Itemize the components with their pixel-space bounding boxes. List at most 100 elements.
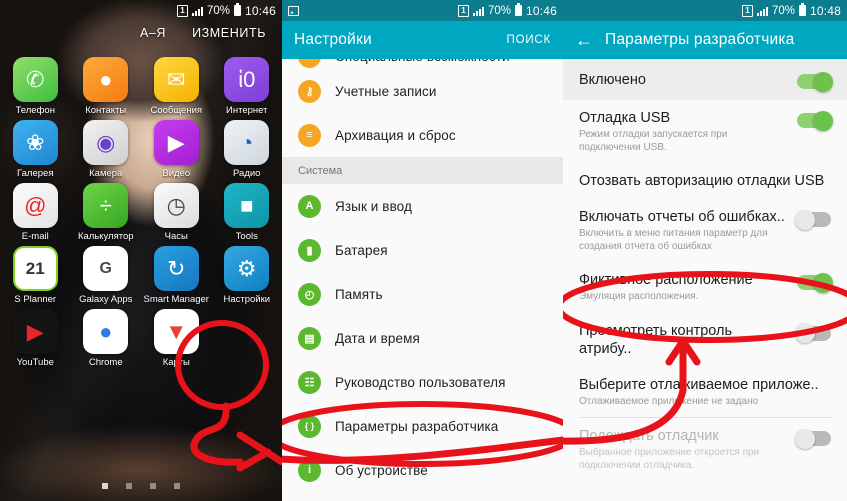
settings-row[interactable]: A Язык и ввод xyxy=(282,184,563,228)
tools-folder-icon[interactable]: ■ xyxy=(224,183,270,228)
option-text-block: Просмотреть контроль атрибу.. xyxy=(579,322,787,358)
option-subtitle: Выбранное приложение откроется при подкл… xyxy=(579,447,760,471)
settings-row-label: Батарея xyxy=(335,242,388,258)
app-item[interactable]: ● Контакты xyxy=(71,53,142,116)
page-indicator xyxy=(0,483,282,489)
app-item[interactable]: ἱ0 Интернет xyxy=(212,53,283,116)
app-label: Настройки xyxy=(223,294,271,305)
settings-row[interactable]: ▮ Батарея xyxy=(282,228,563,272)
app-item[interactable]: ◔ Радио xyxy=(212,116,283,179)
battery-icon xyxy=(514,3,522,16)
app-item[interactable]: G Galaxy Apps xyxy=(71,242,142,305)
settings-row-label: Параметры разработчика xyxy=(335,418,499,434)
messages-icon[interactable]: ✉ xyxy=(153,57,199,102)
phone-icon[interactable]: ✆ xyxy=(12,57,58,102)
app-item[interactable]: ▶ Видео xyxy=(141,116,212,179)
battery-icon: ▮ xyxy=(298,238,321,262)
option-toggle-switch[interactable] xyxy=(795,428,831,449)
option-toggle-switch[interactable] xyxy=(795,209,831,230)
option-toggle-switch[interactable] xyxy=(797,110,833,131)
galaxy-apps-icon[interactable]: G xyxy=(83,246,129,291)
developer-master-toggle-row[interactable]: Включено xyxy=(563,59,847,100)
page-dot[interactable] xyxy=(102,483,108,489)
app-item[interactable]: ✆ Телефон xyxy=(0,53,71,116)
app-item[interactable]: ▶ YouTube xyxy=(0,305,71,368)
contacts-icon[interactable]: ● xyxy=(83,57,129,102)
settings-row-label: Об устройстве xyxy=(335,462,428,478)
s-planner-icon[interactable]: 21 xyxy=(12,246,58,291)
clock-icon[interactable]: ◷ xyxy=(153,183,199,228)
option-toggle-switch[interactable] xyxy=(795,323,831,343)
search-button[interactable]: ПОИСК xyxy=(507,34,551,46)
chrome-icon[interactable]: ● xyxy=(83,309,129,354)
page-dot[interactable] xyxy=(126,483,132,489)
app-row: ❀ Галерея ◉ Камера ▶ Видео ◔ Радио xyxy=(0,116,282,179)
calculator-icon[interactable]: ÷ xyxy=(83,183,129,228)
settings-row[interactable]: ◴ Память xyxy=(282,272,563,316)
maps-icon[interactable]: ▼ xyxy=(153,309,199,354)
app-item[interactable]: 21 S Planner xyxy=(0,242,71,305)
developer-option-row[interactable]: Выберите отлаживаемое приложе.. Отлаживае… xyxy=(563,367,847,418)
radio-icon[interactable]: ◔ xyxy=(224,120,270,165)
developer-option-row[interactable]: Подождать отладчик Выбранное приложение о… xyxy=(563,418,847,481)
settings-row[interactable]: ☷ Руководство пользователя xyxy=(282,360,563,404)
developer-option-row[interactable]: Отозвать авторизацию отладки USB xyxy=(563,163,847,199)
developer-option-row[interactable]: Включать отчеты об ошибках.. Включить в м… xyxy=(563,199,847,262)
app-label: Часы xyxy=(164,231,188,242)
edit-button[interactable]: ИЗМЕНИТЬ xyxy=(192,26,266,40)
status-bar-settings: 1 70% 10:46 xyxy=(282,0,563,21)
app-item[interactable]: @ E-mail xyxy=(0,179,71,242)
option-title: Отладка USB xyxy=(579,110,671,126)
app-item[interactable]: ❀ Галерея xyxy=(0,116,71,179)
developer-option-row[interactable]: Отладка USB Режим отладки запускается при… xyxy=(563,100,847,163)
camera-icon[interactable]: ◉ xyxy=(83,120,129,165)
smart-manager-icon[interactable]: ↻ xyxy=(153,246,199,291)
app-item[interactable]: ◷ Часы xyxy=(141,179,212,242)
developer-options-list[interactable]: Включено Отладка USB Режим отладки запуска… xyxy=(563,59,847,501)
option-subtitle: Отлаживаемое приложение не задано xyxy=(579,395,759,407)
battery-percent-label: 70% xyxy=(771,4,795,17)
app-item[interactable]: ↻ Smart Manager xyxy=(141,242,212,305)
about-device-icon: i xyxy=(298,458,321,482)
video-icon[interactable]: ▶ xyxy=(153,120,199,165)
settings-row[interactable]: { } Параметры разработчика xyxy=(282,404,563,448)
app-item[interactable]: ▼ Карты xyxy=(141,305,212,368)
signal-strength-icon xyxy=(756,5,768,16)
settings-list[interactable]: ✓ Специальные возможности ⚷ Учетные записи ≡… xyxy=(282,59,563,501)
icon-glyph: 21 xyxy=(25,258,45,278)
option-text-block: Отозвать авторизацию отладки USB xyxy=(579,172,831,190)
app-item[interactable]: ⚙ Настройки xyxy=(212,242,283,305)
master-toggle-label: Включено xyxy=(579,71,646,88)
page-dot[interactable] xyxy=(174,483,180,489)
youtube-icon[interactable]: ▶ xyxy=(12,309,58,354)
settings-row[interactable]: ▤ Дата и время xyxy=(282,316,563,360)
option-title: Включать отчеты об ошибках.. xyxy=(579,209,785,225)
option-toggle-switch[interactable] xyxy=(797,272,833,293)
app-item[interactable]: ● Chrome xyxy=(71,305,142,368)
sort-az-button[interactable]: А–Я xyxy=(140,26,166,40)
app-item[interactable]: ✉ Сообщения xyxy=(141,53,212,116)
internet-icon[interactable]: ἱ0 xyxy=(224,57,270,102)
app-item[interactable]: ■ Tools xyxy=(212,179,283,242)
email-icon[interactable]: @ xyxy=(12,183,58,228)
page-dot[interactable] xyxy=(150,483,156,489)
icon-glyph: ▶ xyxy=(167,129,185,155)
option-text-block: Выберите отлаживаемое приложе.. Отлаживае… xyxy=(579,376,831,409)
settings-row[interactable]: ✓ Специальные возможности xyxy=(282,59,563,69)
settings-row[interactable]: i Об устройстве xyxy=(282,448,563,492)
developer-option-row[interactable]: Фиктивное расположение Эмуляция расположе… xyxy=(563,262,847,313)
settings-gear-icon[interactable]: ⚙ xyxy=(224,246,270,291)
developer-app-bar: ← Параметры разработчика xyxy=(563,21,847,59)
app-item[interactable]: ÷ Калькулятор xyxy=(71,179,142,242)
settings-row[interactable]: ≡ Архивация и сброс xyxy=(282,113,563,157)
date-time-icon: ▤ xyxy=(298,326,321,350)
back-arrow-icon[interactable]: ← xyxy=(575,31,593,49)
settings-row[interactable]: ⚷ Учетные записи xyxy=(282,69,563,113)
option-title: Просмотреть контроль атрибу.. xyxy=(579,322,733,357)
gallery-icon[interactable]: ❀ xyxy=(12,120,58,165)
icon-glyph: ● xyxy=(99,66,113,92)
app-item[interactable]: ◉ Камера xyxy=(71,116,142,179)
app-row: ▶ YouTube ● Chrome ▼ Карты xyxy=(0,305,282,368)
master-toggle-switch[interactable] xyxy=(797,71,833,92)
developer-option-row[interactable]: Просмотреть контроль атрибу.. xyxy=(563,313,847,367)
